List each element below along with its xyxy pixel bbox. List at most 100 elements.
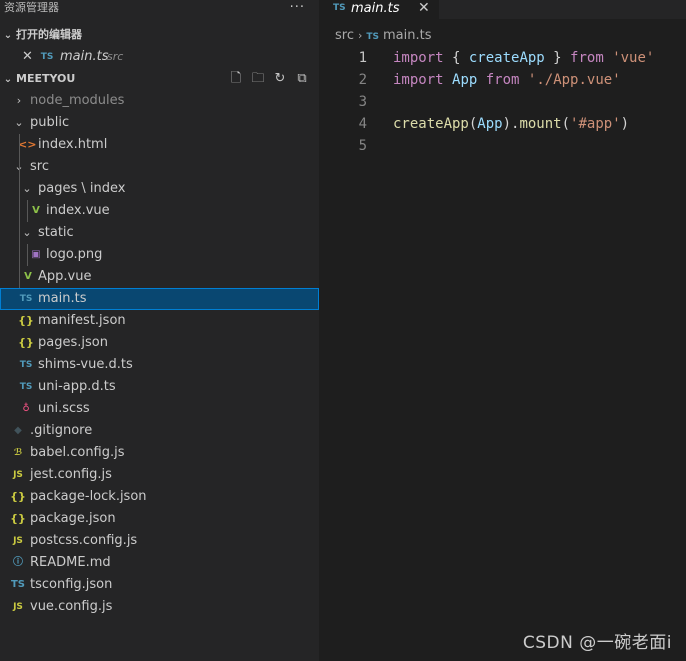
code-text: import { createApp } from 'vue' — [393, 47, 654, 69]
tree-item[interactable]: {} package-lock.json — [0, 486, 319, 508]
tab-main-ts[interactable]: TS main.ts ✕ — [319, 0, 439, 19]
project-title: MEETYOU — [16, 72, 76, 85]
code-token: 'vue' — [612, 50, 655, 66]
tree-item[interactable]: ℬbabel.config.js — [0, 442, 319, 464]
code-line: 2 import App from './App.vue' — [319, 69, 686, 91]
chevron-down-icon: ⌄ — [14, 116, 24, 129]
file-type-icon: TS — [19, 360, 33, 370]
file-type-icon: TS — [19, 294, 33, 304]
tree-item[interactable]: V App.vue — [0, 266, 319, 288]
open-editor-path: src — [107, 50, 124, 63]
tree-item-label: shims-vue.d.ts — [38, 357, 133, 372]
chevron-down-icon: ⌄ — [3, 30, 13, 41]
tree-item-label: uni-app.d.ts — [38, 379, 116, 394]
code-token: { — [443, 50, 469, 66]
tree-item[interactable]: JS postcss.config.js — [0, 530, 319, 552]
tree-item-label: README.md — [30, 555, 111, 570]
open-editors-header[interactable]: ⌄ 打开的编辑器 — [0, 24, 319, 46]
open-editor-item-main-ts[interactable]: ✕ TS main.ts src — [0, 46, 319, 68]
tree-item-label: main.ts — [38, 291, 87, 306]
code-token: import — [393, 50, 444, 66]
tree-item-label: pages \ index — [38, 181, 126, 196]
tree-item-label: manifest.json — [38, 313, 126, 328]
new-folder-icon[interactable]: 🗀 — [247, 68, 269, 90]
chevron-down-icon: ⌄ — [22, 182, 32, 195]
tree-item[interactable]: {} pages.json — [0, 332, 319, 354]
file-type-icon: ◆ — [14, 425, 22, 436]
file-type-icon: V — [24, 271, 32, 282]
file-type-icon: {} — [18, 336, 34, 349]
code-line: 3 — [319, 91, 686, 113]
code-line: 4 createApp(App).mount('#app') — [319, 113, 686, 135]
code-token: App — [452, 72, 478, 88]
file-type-icon: {} — [10, 512, 26, 525]
line-number: 1 — [358, 50, 367, 66]
chevron-down-icon: ⌄ — [3, 74, 13, 85]
tree-item[interactable]: ◆ .gitignore — [0, 420, 319, 442]
tree-item-label: index.html — [38, 137, 108, 152]
close-icon[interactable]: ✕ — [22, 46, 33, 68]
code-token: from — [570, 50, 604, 66]
code-editor[interactable]: 1 import { createApp } from 'vue' 2 import … — [319, 47, 686, 157]
tree-item[interactable]: ⓘ README.md — [0, 552, 319, 574]
tree-item-label: pages.json — [38, 335, 108, 350]
tree-item[interactable]: › node_modules — [0, 90, 319, 112]
chevron-down-icon: ⌄ — [22, 226, 32, 239]
typescript-file-icon: TS — [40, 52, 54, 62]
collapse-all-icon[interactable]: ⧉ — [291, 68, 313, 90]
tree-item[interactable]: ⌄src — [0, 156, 319, 178]
tree-item[interactable]: JS jest.config.js — [0, 464, 319, 486]
code-line: 5 — [319, 135, 686, 157]
indent-guide — [27, 244, 28, 266]
typescript-file-icon: TS — [366, 32, 380, 42]
explorer-toolbar: 🗋 🗀 ↻ ⧉ — [225, 68, 313, 90]
tree-item[interactable]: TS uni-app.d.ts — [0, 376, 319, 398]
file-type-icon: ⓘ — [13, 557, 23, 568]
tree-item[interactable]: TS tsconfig.json — [0, 574, 319, 596]
code-token: } — [544, 50, 571, 66]
tree-item[interactable]: ⌄ static — [0, 222, 319, 244]
editor-area: TS main.ts ✕ src › TS main.ts 1 import { cre… — [319, 0, 686, 661]
more-actions-icon[interactable]: ··· — [290, 0, 305, 16]
explorer-title-bar: 资源管理器 ··· — [0, 0, 319, 18]
tree-item-label: src — [30, 159, 49, 174]
tab-bar: TS main.ts ✕ — [319, 0, 686, 19]
code-token: '#app' — [570, 116, 621, 132]
code-token: createApp — [393, 116, 469, 132]
tree-item[interactable]: ⌄ public — [0, 112, 319, 134]
tree-item[interactable]: {} package.json — [0, 508, 319, 530]
file-type-icon: JS — [13, 470, 23, 480]
tree-item[interactable]: ▣ logo.png — [0, 244, 319, 266]
tree-item[interactable]: TS main.ts — [0, 288, 319, 310]
line-number: 3 — [358, 94, 367, 110]
file-type-icon: <> — [18, 138, 37, 151]
tree-item-label: package-lock.json — [30, 489, 147, 504]
file-type-icon: TS — [10, 579, 26, 590]
tree-item-label: babel.config.js — [30, 445, 125, 460]
tab-label: main.ts — [351, 1, 400, 16]
close-icon[interactable]: ✕ — [418, 0, 430, 17]
indent-guide — [19, 134, 20, 288]
line-number: 5 — [358, 138, 367, 154]
code-text: createApp(App).mount('#app') — [393, 113, 629, 135]
tree-item[interactable]: ♁ uni.scss — [0, 398, 319, 420]
tree-item[interactable]: Vindex.vue — [0, 200, 319, 222]
tree-item[interactable]: JS vue.config.js — [0, 596, 319, 618]
tree-item[interactable]: {} manifest.json — [0, 310, 319, 332]
tree-item-label: tsconfig.json — [30, 577, 113, 592]
tree-item[interactable]: ⌄ pages \ index — [0, 178, 319, 200]
code-token: import — [393, 72, 444, 88]
breadcrumb: src › TS main.ts — [319, 19, 686, 45]
watermark: CSDN @一碗老面i — [522, 633, 672, 653]
code-token: ( — [561, 116, 571, 132]
refresh-icon[interactable]: ↻ — [269, 68, 291, 90]
tree-item[interactable]: TS shims-vue.d.ts — [0, 354, 319, 376]
breadcrumb-folder[interactable]: src — [335, 28, 354, 43]
code-line: 1 import { createApp } from 'vue' — [319, 47, 686, 69]
project-header[interactable]: ⌄ MEETYOU 🗋 🗀 ↻ ⧉ — [0, 68, 319, 90]
breadcrumb-file[interactable]: main.ts — [383, 28, 431, 43]
new-file-icon[interactable]: 🗋 — [225, 68, 247, 90]
tree-item[interactable]: <> index.html — [0, 134, 319, 156]
